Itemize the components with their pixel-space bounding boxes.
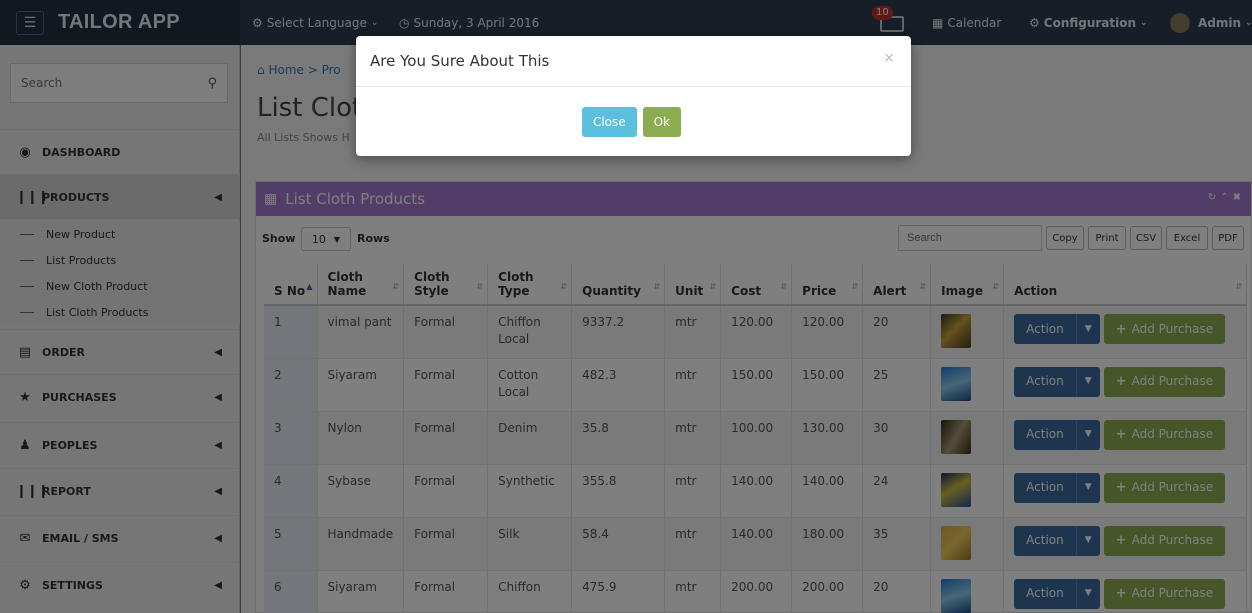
dialog-body: Close Ok	[356, 87, 911, 156]
dialog-header: Are You Sure About This	[356, 36, 911, 87]
close-button[interactable]: Close	[581, 106, 637, 137]
confirm-dialog: Are You Sure About This × Close Ok	[356, 36, 911, 156]
dialog-title: Are You Sure About This	[370, 52, 550, 70]
ok-button[interactable]: Ok	[642, 106, 682, 137]
close-icon[interactable]: ×	[883, 50, 895, 66]
